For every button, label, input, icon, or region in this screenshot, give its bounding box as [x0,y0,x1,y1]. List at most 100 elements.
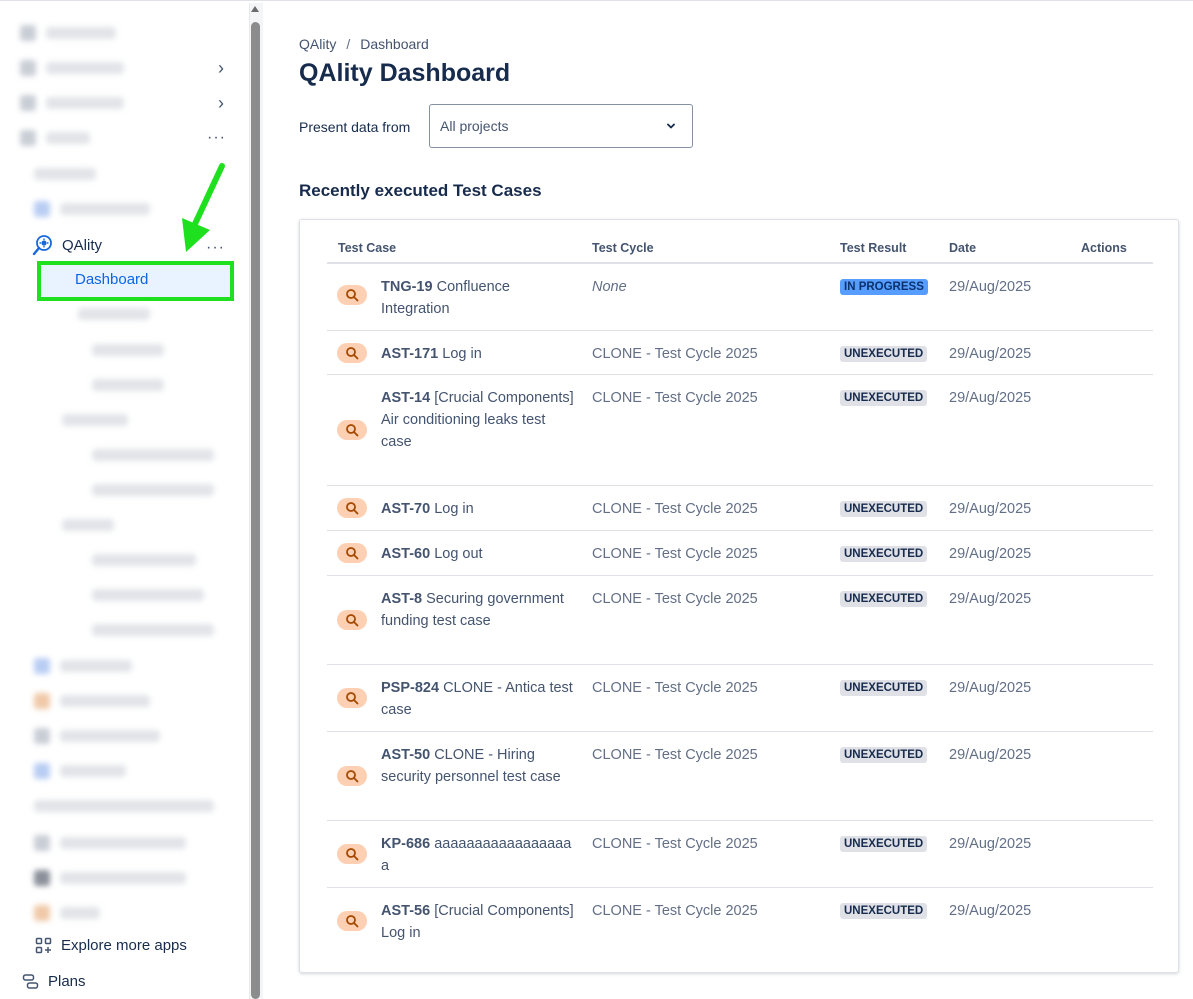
sidebar-item-plans[interactable]: Plans [22,973,86,990]
sidebar-item-blurred[interactable] [78,303,150,325]
test-case-key[interactable]: AST-171 [381,346,438,362]
sidebar-item-blurred[interactable] [92,444,214,466]
sidebar-item-blurred[interactable] [34,690,150,712]
sidebar-item-blurred[interactable] [62,409,128,431]
table-row[interactable]: AST-70 Log in CLONE - Test Cycle 2025 UNEX… [327,486,1153,531]
sidebar-item-blurred[interactable] [34,198,150,220]
test-cycle-cell[interactable]: CLONE - Test Cycle 2025 [592,343,758,365]
sidebar-item-blurred[interactable]: ··· [20,127,249,149]
test-case-key[interactable]: PSP-824 [381,680,439,696]
sidebar-item-blurred[interactable] [92,549,196,571]
test-cycle-cell[interactable]: CLONE - Test Cycle 2025 [592,833,758,855]
status-badge: UNEXECUTED [840,591,928,607]
magnifier-icon[interactable] [337,911,367,931]
table-row[interactable]: KP-686 aaaaaaaaaaaaaaaaa a CLONE - Test C… [327,821,1153,888]
table-row[interactable]: AST-50 CLONE - Hiring security personnel… [327,732,1153,821]
chevron-right-icon: › [218,58,224,78]
test-case-key[interactable]: AST-14 [381,390,430,406]
test-case-key[interactable]: KP-686 [381,836,430,852]
breadcrumb-root[interactable]: QAlity [299,36,336,52]
sidebar-item-blurred[interactable] [34,163,96,185]
sidebar-item-blurred[interactable]: › [20,92,249,114]
sidebar-item-blurred[interactable] [92,584,204,606]
test-case-key[interactable]: AST-60 [381,546,430,562]
magnifier-icon[interactable] [337,610,367,630]
test-case-cell[interactable]: PSP-824 CLONE - Antica test case [381,677,575,721]
sidebar-item-blurred[interactable] [34,795,214,817]
sidebar-item-blurred[interactable] [20,22,116,44]
test-case-key[interactable]: AST-56 [381,903,430,919]
sidebar-item-blurred[interactable] [92,479,214,501]
table-row[interactable]: AST-171 Log in CLONE - Test Cycle 2025 UNE… [327,331,1153,375]
sidebar-item-blurred[interactable] [34,725,160,747]
test-case-cell[interactable]: AST-14 [Crucial Components] Air conditio… [381,387,575,453]
sidebar-item-label: QAlity [62,236,103,254]
sidebar-item-blurred[interactable] [34,902,100,924]
sidebar-item-blurred[interactable] [34,655,132,677]
status-badge: UNEXECUTED [840,680,928,696]
sidebar-item-explore-apps[interactable]: Explore more apps [35,937,187,954]
sidebar-item-label: Explore more apps [61,937,187,954]
test-case-key[interactable]: AST-8 [381,591,422,607]
scrollbar-thumb[interactable] [251,22,260,999]
sidebar-item-blurred[interactable] [34,832,186,854]
column-header-test-case[interactable]: Test Case [338,241,396,255]
sidebar-item-blurred[interactable] [34,867,186,889]
date-cell: 29/Aug/2025 [949,279,1032,295]
sidebar-item-blurred[interactable] [92,619,214,641]
column-header-test-result[interactable]: Test Result [840,241,906,255]
test-case-cell[interactable]: AST-60 Log out [381,543,575,565]
test-cycle-cell[interactable]: CLONE - Test Cycle 2025 [592,900,758,922]
date-cell: 29/Aug/2025 [949,346,1032,362]
sidebar-item-blurred[interactable] [62,514,114,536]
magnifier-icon[interactable] [337,766,367,786]
breadcrumb-current[interactable]: Dashboard [360,36,429,52]
column-header-date[interactable]: Date [949,241,976,255]
magnifier-icon[interactable] [337,498,367,518]
project-select[interactable]: All projects [429,104,693,148]
magnifier-icon[interactable] [337,688,367,708]
magnifier-icon[interactable] [337,285,367,305]
sidebar-item-qality[interactable]: QAlity [32,233,102,257]
test-cycle-cell[interactable]: CLONE - Test Cycle 2025 [592,677,758,699]
chevron-down-icon [667,123,675,129]
date-cell: 29/Aug/2025 [949,747,1032,763]
test-case-key[interactable]: AST-50 [381,747,430,763]
table-row[interactable]: AST-14 [Crucial Components] Air conditio… [327,375,1153,486]
test-case-cell[interactable]: AST-8 Securing government funding test c… [381,588,575,632]
magnifier-icon[interactable] [337,543,367,563]
date-cell: 29/Aug/2025 [949,836,1032,852]
table-row[interactable]: AST-8 Securing government funding test c… [327,576,1153,665]
test-case-cell[interactable]: AST-70 Log in [381,498,575,520]
table-row[interactable]: AST-56 [Crucial Components] Log in CLONE … [327,888,1153,955]
status-badge: UNEXECUTED [840,903,928,919]
test-case-key[interactable]: TNG-19 [381,279,433,295]
sidebar-item-label: Plans [48,973,86,990]
test-cycle-cell[interactable]: CLONE - Test Cycle 2025 [592,498,758,520]
test-cycle-cell[interactable]: CLONE - Test Cycle 2025 [592,744,758,766]
table-row[interactable]: AST-60 Log out CLONE - Test Cycle 2025 UNE… [327,531,1153,576]
test-case-cell[interactable]: AST-171 Log in [381,343,575,365]
sidebar-item-blurred[interactable] [92,374,164,396]
table-row[interactable]: PSP-824 CLONE - Antica test case CLONE - … [327,665,1153,732]
table-row[interactable]: TNG-19 Confluence Integration None IN PROG… [327,264,1153,331]
magnifier-icon[interactable] [337,343,367,363]
magnifier-icon[interactable] [337,844,367,864]
sidebar-item-blurred[interactable]: › [20,57,249,79]
sidebar-item-blurred[interactable] [34,760,126,782]
test-case-cell[interactable]: AST-50 CLONE - Hiring security personnel… [381,744,575,788]
scroll-up-icon[interactable] [251,6,259,12]
test-case-cell[interactable]: TNG-19 Confluence Integration [381,276,575,320]
sidebar-item-blurred[interactable] [92,339,164,361]
test-cycle-cell[interactable]: CLONE - Test Cycle 2025 [592,387,758,409]
test-case-cell[interactable]: KP-686 aaaaaaaaaaaaaaaaa a [381,833,575,877]
test-cycle-cell[interactable]: CLONE - Test Cycle 2025 [592,543,758,565]
test-cycle-cell[interactable]: CLONE - Test Cycle 2025 [592,588,758,610]
column-header-test-cycle[interactable]: Test Cycle [592,241,654,255]
table-body: TNG-19 Confluence Integration None IN PROG… [327,264,1153,955]
more-icon[interactable]: ··· [207,130,226,146]
test-case-key[interactable]: AST-70 [381,501,430,517]
magnifier-icon[interactable] [337,420,367,440]
status-badge: UNEXECUTED [840,501,928,517]
test-case-cell[interactable]: AST-56 [Crucial Components] Log in [381,900,575,944]
